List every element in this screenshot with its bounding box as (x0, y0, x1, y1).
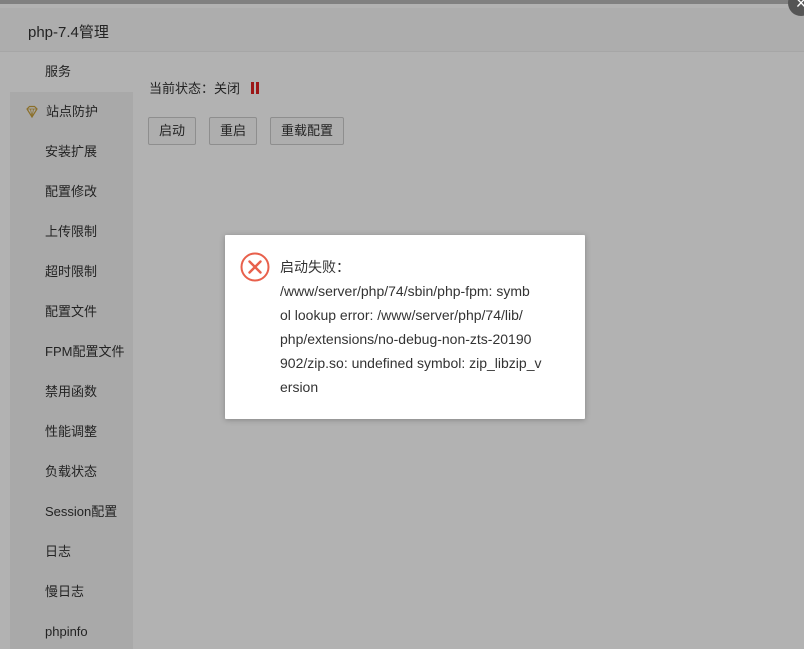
error-message-line: 启动失败： (280, 259, 350, 275)
error-message-line: ol lookup error: /www/server/php/74/lib/ (280, 307, 523, 323)
error-message-line: ersion (280, 379, 319, 395)
error-dialog: 启动失败： /www/server/php/74/sbin/php-fpm: s… (225, 235, 585, 419)
error-message-line: /www/server/php/74/sbin/php-fpm: symb (280, 283, 530, 299)
error-message-line: 902/zip.so: undefined symbol: zip_libzip… (280, 355, 542, 371)
error-message-line: php/extensions/no-debug-non-zts-20190 (280, 331, 532, 347)
error-message: 启动失败： /www/server/php/74/sbin/php-fpm: s… (280, 255, 570, 399)
error-circle-icon (240, 252, 270, 282)
screen: php-7.4管理 服务 站点防护 安装扩展 配置修改 上传限制 超时限制 配置… (0, 0, 804, 649)
